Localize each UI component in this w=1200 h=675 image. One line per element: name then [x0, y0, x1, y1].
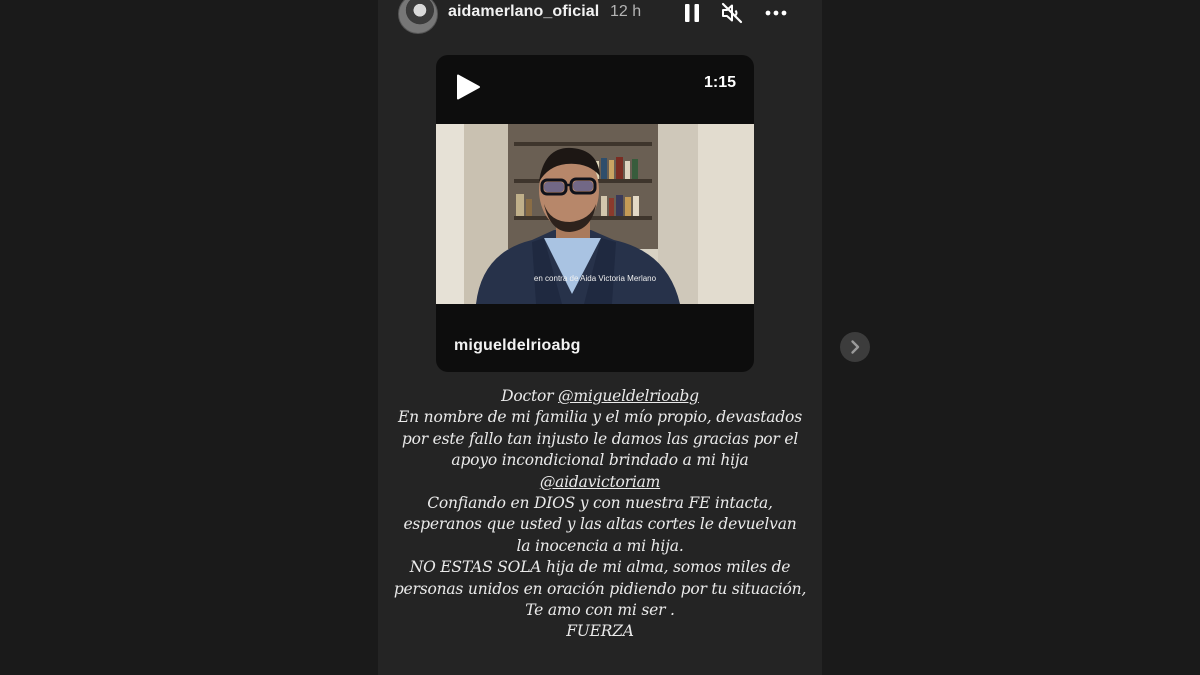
video-duration: 1:15	[703, 74, 736, 91]
mention-link[interactable]: @migueldelrioabg	[558, 387, 699, 405]
story-caption: Doctor @migueldelrioabg En nombre de mi …	[378, 386, 822, 643]
caption-line: la inocencia a mi hija.	[516, 536, 684, 555]
mention-link[interactable]: @aidavictoriam	[540, 473, 661, 491]
caption-line: apoyo incondicional brindado a mi hija	[451, 451, 749, 470]
reel-author-username[interactable]: migueldelrioabg	[454, 337, 581, 355]
caption-line: @aidavictoriam	[378, 472, 822, 493]
pause-icon[interactable]	[680, 1, 704, 25]
caption-line: NO ESTAS SOLA hija de mi alma, somos mil…	[409, 558, 791, 577]
caption-line: esperanos que usted y las altas cortes l…	[403, 515, 797, 534]
caption-line: Te amo con mi ser .	[525, 601, 675, 620]
shared-reel-card[interactable]: 1:15 en contra de Aida Victoria Merlano …	[436, 55, 754, 372]
video-subtitle: en contra de Aida Victoria Merlano	[533, 274, 657, 283]
next-story-button[interactable]	[840, 332, 870, 362]
more-horizontal-icon[interactable]	[764, 1, 788, 25]
caption-line: Confiando en DIOS y con nuestra FE intac…	[427, 494, 773, 513]
volume-muted-icon[interactable]	[720, 1, 744, 25]
caption-line: En nombre de mi familia y el mío propio,…	[398, 408, 802, 427]
story-timestamp: 12 h	[610, 3, 642, 20]
story-viewer: aidamerlano_oficial 12 h 1:15 en contra …	[378, 0, 822, 675]
caption-line: FUERZA	[566, 622, 634, 641]
caption-text: Doctor	[501, 387, 559, 405]
chevron-right-icon	[851, 340, 860, 354]
video-thumbnail[interactable]: en contra de Aida Victoria Merlano	[436, 124, 754, 304]
story-username[interactable]: aidamerlano_oficial	[448, 3, 599, 21]
caption-line: por este fallo tan injusto le damos las …	[401, 429, 799, 448]
caption-line: personas unidos en oración pidiendo por …	[393, 579, 807, 598]
play-icon[interactable]	[454, 73, 482, 101]
caption-line: Doctor @migueldelrioabg	[378, 386, 822, 407]
avatar[interactable]	[398, 0, 438, 34]
story-header: aidamerlano_oficial 12 h	[378, 0, 822, 34]
